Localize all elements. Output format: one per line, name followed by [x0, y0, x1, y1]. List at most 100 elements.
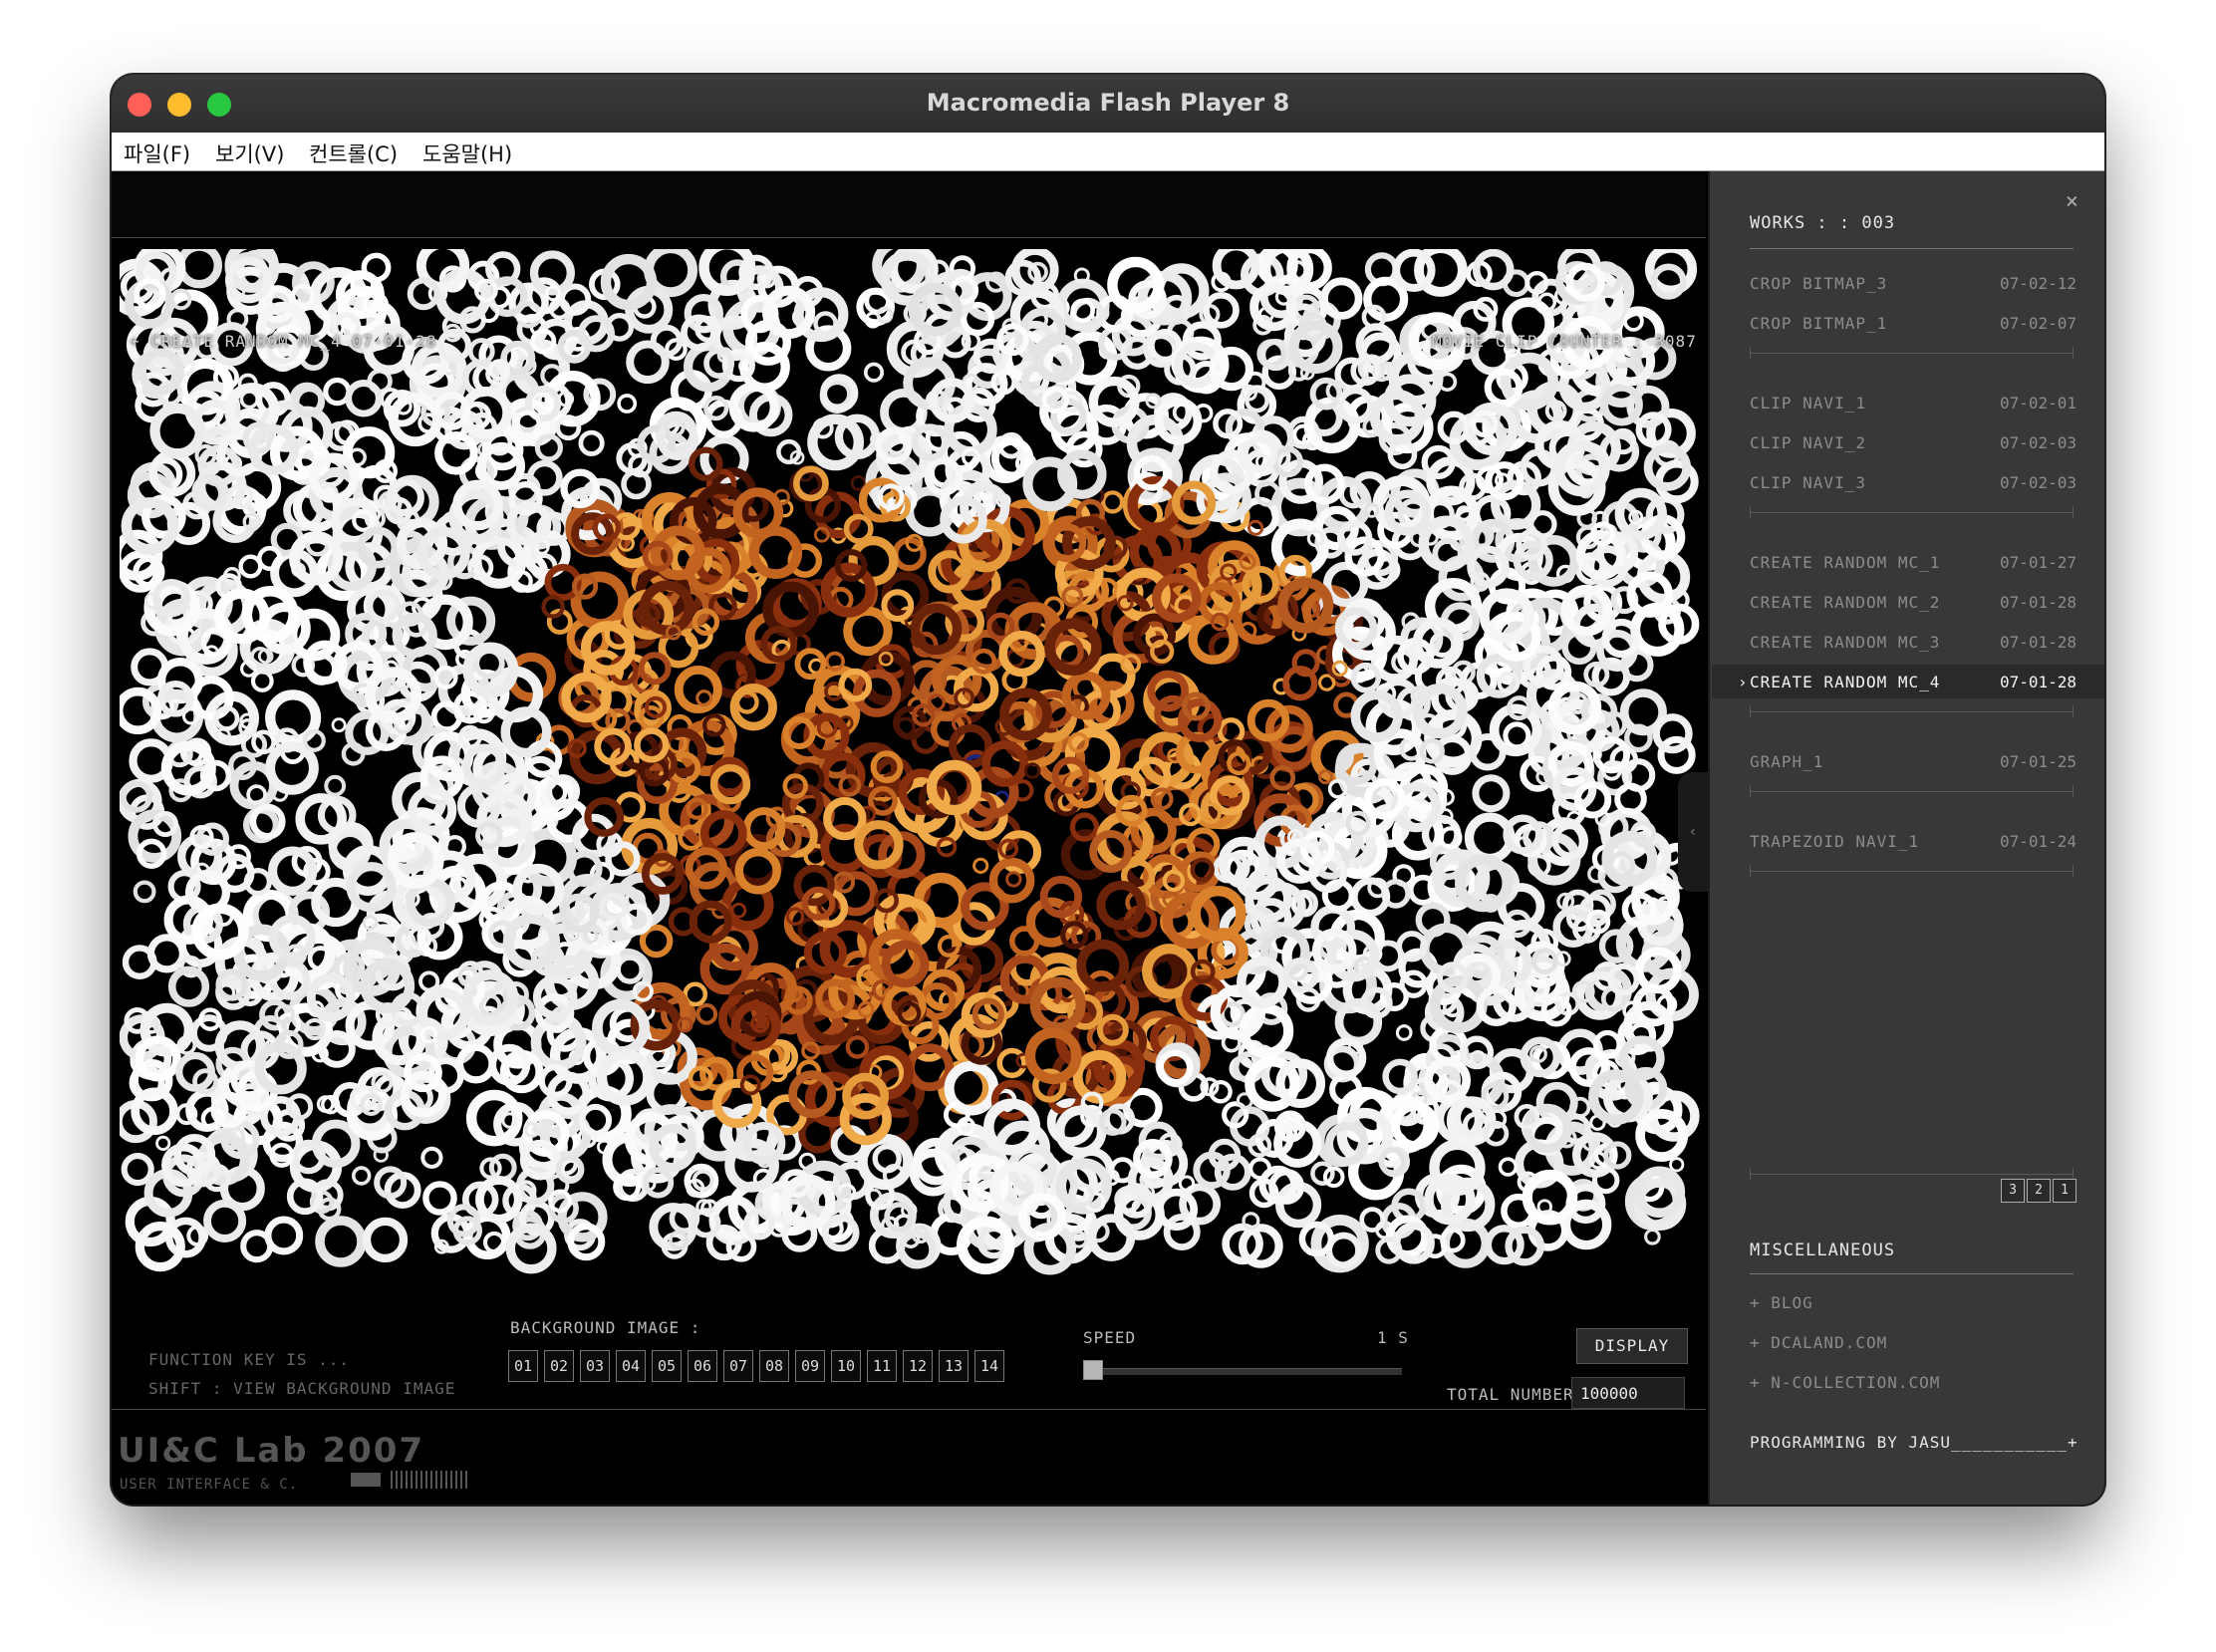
menu-control[interactable]: 컨트롤(C) — [309, 138, 398, 168]
sidebar-collapse-handle[interactable]: ‹ — [1678, 772, 1708, 892]
random-ring — [331, 717, 347, 733]
page-1-button[interactable]: 1 — [2053, 1179, 2077, 1203]
random-ring — [578, 429, 605, 456]
background-image-button[interactable]: 01 — [508, 1350, 538, 1382]
random-ring — [1317, 674, 1336, 691]
random-ring — [959, 938, 1004, 983]
link-n-collection[interactable]: + N-COLLECTION.COM — [1750, 1373, 1940, 1392]
works-group-rule — [1750, 506, 2074, 518]
uic-lab-logo: UI&C Lab 2007 — [118, 1431, 425, 1471]
menu-view[interactable]: 보기(V) — [215, 138, 284, 168]
works-item-name: CLIP NAVI_2 — [1750, 433, 1866, 452]
flash-player-window: Macromedia Flash Player 8 파일(F) 보기(V) 컨트… — [112, 75, 2104, 1505]
works-list-item[interactable]: CLIP NAVI_1 07-02-01 — [1750, 386, 2077, 419]
menu-help[interactable]: 도움말(H) — [422, 138, 512, 168]
works-item-name: CREATE RANDOM MC_1 — [1750, 553, 1941, 572]
programming-credit: PROGRAMMING BY JASU___________+ — [1750, 1433, 2078, 1452]
speed-slider-thumb[interactable] — [1083, 1360, 1103, 1380]
works-item-name: CREATE RANDOM MC_2 — [1750, 593, 1941, 612]
menu-file[interactable]: 파일(F) — [124, 138, 190, 168]
random-ring — [155, 1135, 171, 1152]
stage-top-strip — [112, 171, 1706, 238]
background-image-button[interactable]: 03 — [580, 1350, 610, 1382]
close-icon[interactable]: × — [2066, 189, 2078, 214]
background-image-button[interactable]: 13 — [939, 1350, 969, 1382]
menu-bar: 파일(F) 보기(V) 컨트롤(C) 도움말(H) — [112, 133, 2104, 171]
background-image-button[interactable]: 12 — [903, 1350, 933, 1382]
works-list-item[interactable]: CLIP NAVI_3 07-02-03 — [1750, 465, 2077, 499]
background-image-button[interactable]: 09 — [795, 1350, 825, 1382]
stage-divider — [112, 1409, 1706, 1410]
random-ring — [121, 1153, 154, 1187]
speed-slider-track[interactable] — [1088, 1368, 1402, 1375]
works-item-name: CREATE RANDOM MC_4 — [1750, 673, 1941, 691]
works-list-item[interactable]: GRAPH_1 07-01-25 — [1750, 744, 2077, 778]
works-item-date: 07-01-28 — [1999, 673, 2077, 691]
works-group-rule — [1750, 785, 2074, 797]
background-image-button[interactable]: 07 — [723, 1350, 753, 1382]
random-ring — [730, 902, 747, 919]
logo-decor-bar — [351, 1473, 381, 1487]
works-item-name: CREATE RANDOM MC_3 — [1750, 633, 1941, 652]
random-ring — [1320, 277, 1363, 320]
random-ring — [570, 571, 630, 631]
works-list-item[interactable]: CROP BITMAP_1 07-02-07 — [1750, 306, 2077, 340]
function-key-desc: SHIFT : VIEW BACKGROUND IMAGE — [148, 1379, 456, 1398]
works-item-date: 07-02-01 — [1999, 394, 2077, 413]
display-button[interactable]: DISPLAY — [1576, 1328, 1688, 1364]
title-bar[interactable]: Macromedia Flash Player 8 — [112, 75, 2104, 134]
random-ring — [1087, 1214, 1136, 1261]
random-ring — [1472, 774, 1511, 813]
page-2-button[interactable]: 2 — [2027, 1179, 2051, 1203]
works-list-item[interactable]: CREATE RANDOM MC_3 07-01-28 — [1750, 625, 2077, 659]
background-image-button[interactable]: 02 — [544, 1350, 574, 1382]
background-image-button[interactable]: 11 — [867, 1350, 897, 1382]
random-ring — [407, 277, 440, 311]
works-list-item[interactable]: CLIP NAVI_2 07-02-03 — [1750, 425, 2077, 459]
random-ring — [863, 362, 885, 383]
random-ring — [250, 670, 274, 692]
random-ring — [324, 774, 347, 797]
random-ring — [1359, 1207, 1386, 1233]
works-list-item[interactable]: TRAPEZOID NAVI_1 07-01-24 — [1750, 824, 2077, 858]
works-item-name: TRAPEZOID NAVI_1 — [1750, 832, 1920, 851]
works-list-item[interactable]: CREATE RANDOM MC_2 07-01-28 — [1750, 585, 2077, 619]
link-dcaland[interactable]: + DCALAND.COM — [1750, 1333, 1887, 1352]
random-ring — [1395, 1024, 1413, 1041]
random-ring — [1363, 276, 1409, 322]
random-ring — [352, 1166, 372, 1186]
page-3-button[interactable]: 3 — [2001, 1179, 2025, 1203]
works-item-date: 07-02-07 — [1999, 314, 2077, 333]
background-image-button[interactable]: 05 — [652, 1350, 682, 1382]
background-image-button[interactable]: 14 — [974, 1350, 1004, 1382]
chevron-left-icon: ‹ — [1688, 824, 1698, 840]
random-ring — [695, 1002, 718, 1025]
works-list-item[interactable]: › CREATE RANDOM MC_4 07-01-28 — [1712, 665, 2104, 698]
random-ring — [361, 252, 392, 283]
misc-header: MISCELLANEOUS — [1750, 1240, 1896, 1260]
works-list-item[interactable]: CROP BITMAP_3 07-02-12 — [1750, 266, 2077, 300]
works-item-date: 07-01-28 — [1999, 593, 2077, 612]
background-image-button[interactable]: 10 — [831, 1350, 861, 1382]
works-sidebar: × WORKS : : 003 CROP BITMAP_3 07-02-12 CRO… — [1708, 171, 2104, 1505]
works-group-rule — [1750, 865, 2074, 877]
random-ring — [1472, 249, 1515, 291]
background-image-button[interactable]: 04 — [616, 1350, 646, 1382]
random-ring — [418, 970, 440, 992]
random-ring — [133, 880, 156, 904]
random-ring — [265, 741, 319, 795]
random-ring — [1005, 871, 1022, 888]
works-list-item[interactable]: CREATE RANDOM MC_1 07-01-27 — [1750, 545, 2077, 579]
link-blog[interactable]: + BLOG — [1750, 1293, 1813, 1312]
uic-lab-logo-subtitle: USER INTERFACE & C. — [120, 1477, 299, 1493]
random-rings-canvas — [120, 249, 1702, 1275]
random-ring — [1024, 762, 1041, 779]
works-header-rule — [1750, 248, 2074, 249]
random-ring — [1669, 1157, 1685, 1173]
background-image-button[interactable]: 08 — [759, 1350, 789, 1382]
works-item-date: 07-02-03 — [1999, 473, 2077, 492]
works-item-date: 07-02-12 — [1999, 274, 2077, 293]
random-ring — [482, 1231, 506, 1254]
total-number-input[interactable]: 100000 — [1571, 1377, 1685, 1409]
background-image-button[interactable]: 06 — [688, 1350, 717, 1382]
